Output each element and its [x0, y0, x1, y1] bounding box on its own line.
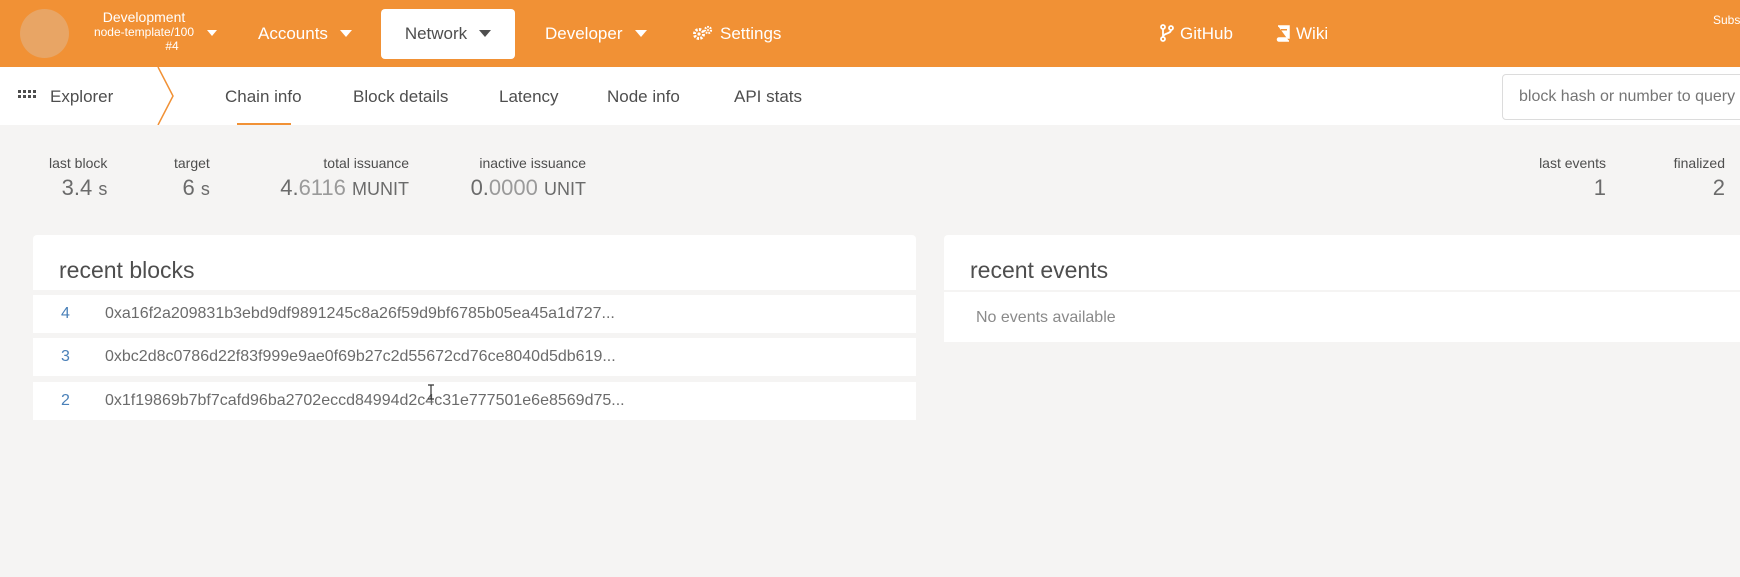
nav-network[interactable]: Network	[381, 9, 515, 59]
stat-label: finalized	[1673, 155, 1725, 171]
stat-label: total issuance	[323, 155, 409, 171]
nav-wiki-link[interactable]: Wiki	[1276, 9, 1328, 59]
stat-finalized: finalized 2	[1664, 155, 1725, 202]
stat-int: 0.	[470, 175, 489, 200]
nav-accounts[interactable]: Accounts	[258, 9, 352, 59]
recent-blocks-title: recent blocks	[59, 257, 195, 283]
stat-target: target 6 s	[174, 155, 210, 203]
stat-int: 4.	[280, 175, 299, 200]
stat-fraction: 0000	[488, 175, 538, 200]
chain-dropdown-caret-icon[interactable]	[207, 30, 217, 36]
recent-blocks-header: recent blocks	[33, 235, 916, 290]
stat-label: inactive issuance	[479, 155, 586, 171]
stat-value: 1	[1593, 175, 1606, 200]
tab-api-stats[interactable]: API stats	[734, 87, 802, 107]
stat-last-events: last events 1	[1532, 155, 1606, 202]
stat-value: 2	[1712, 175, 1725, 200]
caret-down-icon	[479, 30, 492, 38]
block-hash: 0x1f19869b7bf7cafd96ba2702eccd84994d2c4c…	[105, 392, 625, 409]
stat-number: 3.4	[61, 175, 93, 200]
tab-chain-info[interactable]: Chain info	[225, 87, 302, 107]
table-row: 4 0xa16f2a209831b3ebd9df9891245c8a26f59d…	[33, 295, 916, 333]
stat-last-block: last block 3.4 s	[49, 155, 107, 203]
nav-developer-label: Developer	[545, 24, 623, 43]
stat-inactive-issuance: inactive issuance 0.0000 UNIT	[469, 155, 586, 203]
nav-settings[interactable]: Settings	[692, 9, 781, 59]
stat-label: last block	[49, 155, 108, 171]
apps-grid-icon[interactable]	[18, 90, 36, 102]
top-right-label[interactable]: Subs	[1713, 13, 1740, 27]
chain-block-number: #4	[165, 39, 179, 53]
nav-settings-label: Settings	[720, 24, 782, 43]
stat-unit: UNIT	[544, 179, 586, 199]
stat-fraction: 6116	[298, 175, 346, 200]
breadcrumb-chevron-icon	[157, 67, 174, 125]
stat-unit: s	[98, 179, 108, 199]
chain-logo-avatar[interactable]	[20, 9, 69, 58]
nav-github-link[interactable]: GitHub	[1160, 9, 1233, 59]
top-bar: Development node-template/100 #4 Account…	[0, 0, 1740, 67]
block-number-link[interactable]: 3	[61, 348, 70, 366]
chain-name: Development	[102, 9, 186, 25]
tab-node-info[interactable]: Node info	[607, 87, 680, 107]
caret-down-icon	[339, 30, 352, 38]
cogs-icon	[693, 25, 713, 41]
section-explorer[interactable]: Explorer	[50, 87, 113, 107]
stat-value: 4.6116 MUNIT	[274, 174, 409, 203]
block-number-link[interactable]: 4	[61, 305, 70, 323]
stat-value: 6 s	[174, 174, 210, 203]
stat-number: 6	[182, 175, 195, 200]
code-branch-icon	[1160, 24, 1174, 42]
active-tab-indicator	[237, 123, 291, 125]
caret-down-icon	[634, 30, 647, 38]
tab-latency[interactable]: Latency	[499, 87, 559, 107]
empty-message: No events available	[976, 309, 1116, 326]
recent-events-header: recent events	[944, 235, 1740, 290]
block-hash: 0xbc2d8c0786d22f83f999e9ae0f69b27c2d5567…	[105, 348, 616, 365]
book-icon	[1276, 24, 1290, 42]
table-row: 3 0xbc2d8c0786d22f83f999e9ae0f69b27c2d55…	[33, 338, 916, 376]
chain-selector[interactable]: Development node-template/100 #4	[80, 9, 208, 53]
stat-label: last events	[1539, 155, 1606, 171]
recent-events-empty: No events available	[944, 292, 1740, 342]
block-number-link[interactable]: 2	[61, 392, 70, 410]
stat-total-issuance: total issuance 4.6116 MUNIT	[274, 155, 409, 203]
block-hash: 0xa16f2a209831b3ebd9df9891245c8a26f59d9b…	[105, 305, 615, 322]
nav-network-label: Network	[404, 24, 468, 43]
sub-navigation: Explorer Chain info Block details Latenc…	[0, 67, 1740, 125]
recent-events-title: recent events	[970, 257, 1109, 283]
text-cursor-icon	[428, 384, 434, 400]
stat-value: 3.4 s	[49, 174, 108, 203]
block-search-input[interactable]	[1502, 74, 1740, 120]
table-row: 2 0x1f19869b7bf7cafd96ba2702eccd84994d2c…	[33, 382, 916, 420]
nav-developer[interactable]: Developer	[545, 9, 647, 59]
stat-value: 0.0000 UNIT	[469, 174, 586, 203]
chain-runtime: node-template/100	[93, 25, 195, 39]
stat-unit: s	[200, 179, 210, 199]
tab-block-details[interactable]: Block details	[353, 87, 448, 107]
nav-accounts-label: Accounts	[258, 24, 328, 43]
nav-wiki-label: Wiki	[1296, 24, 1329, 43]
stat-label: target	[174, 155, 210, 171]
stat-unit: MUNIT	[352, 179, 409, 199]
nav-github-label: GitHub	[1180, 24, 1233, 43]
